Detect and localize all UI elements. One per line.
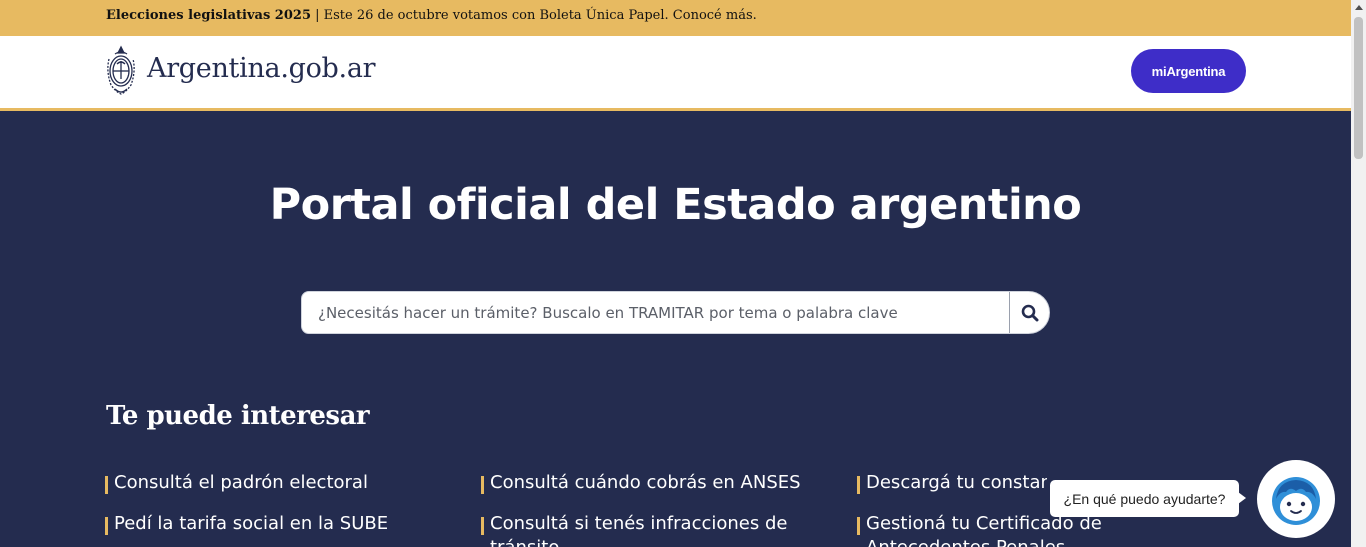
link-antecedentes-penales-cont[interactable]: Antecedentes Penales [857,537,1065,547]
page-title: Portal oficial del Estado argentino [269,180,1082,230]
chat-prompt-bubble[interactable]: ¿En qué puedo ayudarte? [1050,480,1246,517]
link-constancia-cuil[interactable]: Descargá tu constancia de CUIL [857,472,1047,494]
link-tarifa-sube[interactable]: Pedí la tarifa social en la SUBE [105,513,388,535]
site-logo-text[interactable]: Argentina.gob.ar [147,53,376,84]
link-infracciones-transito[interactable]: Consultá si tenés infracciones de [481,513,787,535]
search-bar [301,291,1050,334]
election-banner[interactable]: Elecciones legislativas 2025 | Este 26 d… [0,0,1351,36]
link-cobro-anses[interactable]: Consultá cuándo cobrás en ANSES [481,472,801,494]
page-scrollbar[interactable] [1351,0,1366,547]
search-button[interactable] [1010,292,1050,333]
search-icon [1021,304,1039,321]
election-banner-text[interactable]: Elecciones legislativas 2025 | Este 26 d… [106,8,757,23]
assistant-avatar-icon [1272,477,1320,525]
section-title: Te puede interesar [106,401,370,431]
coat-of-arms-icon[interactable] [105,45,137,97]
chat-assistant-button[interactable] [1257,460,1335,538]
link-padron-electoral[interactable]: Consultá el padrón electoral [105,472,368,494]
search-input[interactable] [302,292,1009,333]
link-infracciones-transito-cont[interactable]: tránsito [481,537,559,547]
scroll-up-arrow-icon[interactable] [1355,5,1363,10]
mi-argentina-button[interactable]: miArgentina [1131,49,1246,93]
scroll-thumb[interactable] [1354,17,1363,159]
